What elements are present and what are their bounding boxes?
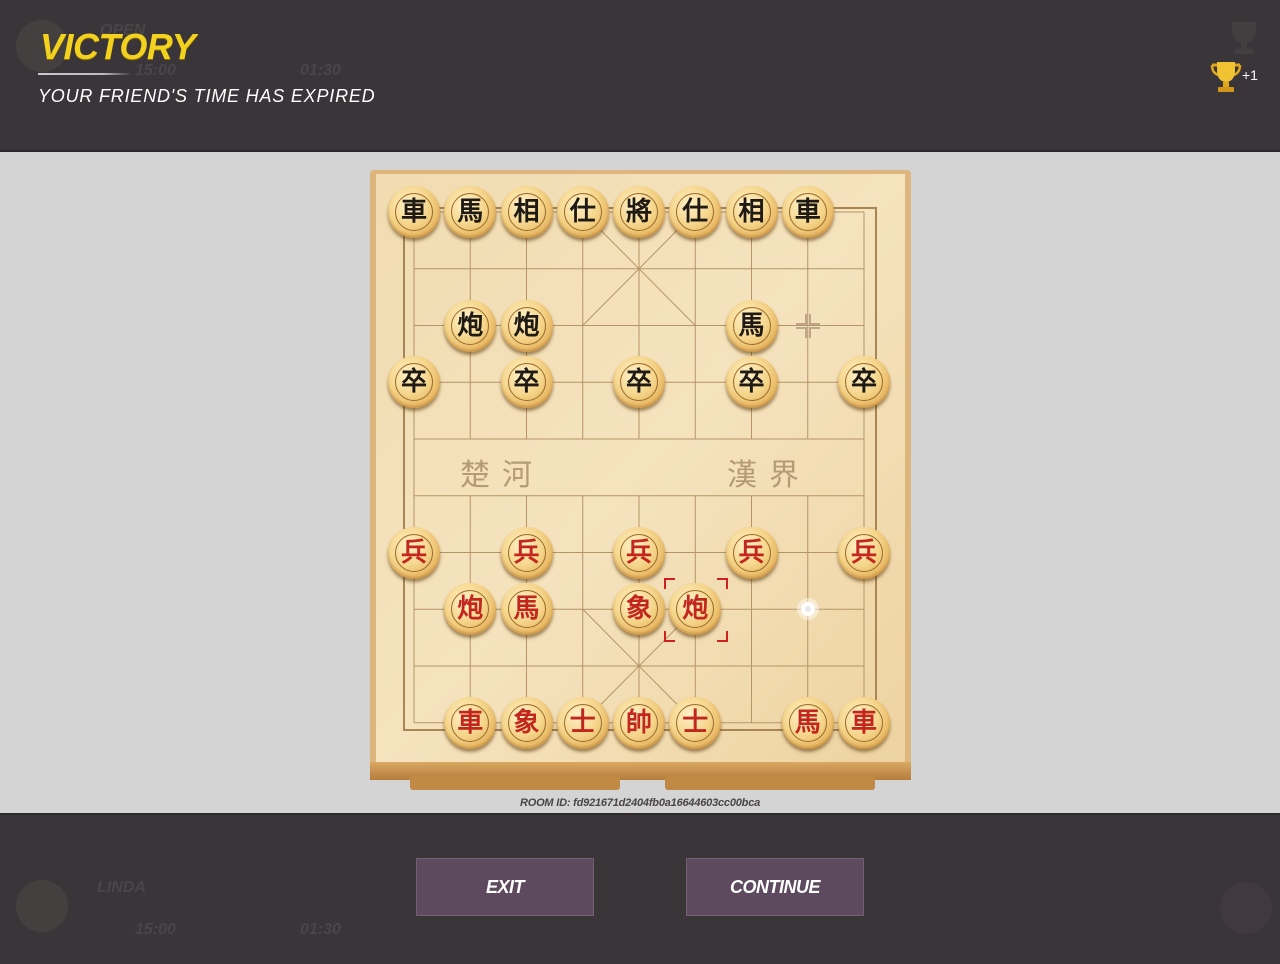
black-piece[interactable]: 炮 (444, 299, 497, 352)
piece-glyph: 相 (732, 193, 771, 231)
piece-glyph: 馬 (788, 703, 827, 742)
piece-glyph: 象 (507, 703, 546, 742)
piece-glyph: 卒 (620, 363, 658, 402)
piece-glyph: 馬 (507, 590, 546, 629)
player-move-time-faded: 01:30 (300, 921, 341, 938)
piece-glyph: 士 (676, 703, 715, 742)
red-piece[interactable]: 帥 (613, 696, 665, 749)
black-piece[interactable]: 卒 (388, 356, 440, 409)
black-piece[interactable]: 仕 (669, 186, 722, 238)
piece-glyph: 炮 (676, 590, 715, 629)
black-piece[interactable]: 卒 (613, 356, 665, 409)
black-piece[interactable]: 車 (781, 186, 834, 238)
piece-glyph: 馬 (732, 306, 771, 345)
black-piece[interactable]: 炮 (500, 299, 553, 352)
black-piece[interactable]: 將 (613, 186, 665, 238)
settings-button-faded[interactable] (1220, 882, 1272, 934)
piece-glyph: 兵 (395, 533, 433, 572)
opponent-move-time-faded: 01:30 (300, 62, 341, 79)
red-piece[interactable]: 馬 (500, 583, 553, 636)
red-piece[interactable]: 兵 (500, 526, 553, 579)
player-name-faded: LINDA (97, 879, 146, 896)
piece-glyph: 炮 (451, 590, 490, 629)
trophy-faded-icon (1232, 22, 1256, 54)
title-underline (38, 73, 132, 75)
xiangqi-board[interactable]: 楚河 漢界 車馬相仕將仕相車炮炮馬卒卒卒卒卒兵兵兵兵兵炮馬象炮車象士帥士馬車 (370, 170, 911, 792)
piece-glyph: 兵 (620, 533, 658, 572)
target-crosshair-icon (794, 312, 822, 344)
red-piece[interactable]: 兵 (388, 526, 440, 579)
black-piece[interactable]: 相 (500, 186, 553, 238)
piece-glyph: 車 (845, 703, 883, 742)
piece-glyph: 兵 (732, 533, 771, 572)
red-piece[interactable]: 象 (500, 696, 553, 749)
selection-bracket (664, 631, 676, 643)
piece-glyph: 相 (507, 193, 546, 231)
victory-title: VICTORY (40, 26, 196, 67)
red-piece[interactable]: 兵 (613, 526, 665, 579)
black-piece[interactable]: 卒 (838, 356, 890, 409)
river-label-han: 漢界 (727, 458, 811, 493)
black-piece[interactable]: 馬 (725, 299, 778, 352)
piece-glyph: 將 (620, 193, 658, 231)
piece-glyph: 兵 (845, 533, 883, 572)
piece-glyph: 卒 (732, 363, 771, 402)
red-piece[interactable]: 馬 (781, 696, 834, 749)
red-piece[interactable]: 象 (613, 583, 665, 636)
piece-glyph: 車 (788, 193, 827, 231)
black-piece[interactable]: 卒 (500, 356, 553, 409)
red-piece[interactable]: 士 (669, 696, 722, 749)
selection-bracket (717, 578, 729, 590)
red-piece[interactable]: 兵 (725, 526, 778, 579)
black-piece[interactable]: 車 (388, 186, 440, 238)
piece-glyph: 車 (451, 703, 490, 742)
river-label-chu: 楚河 (460, 458, 544, 493)
result-reason: YOUR FRIEND'S TIME HAS EXPIRED (38, 86, 376, 106)
red-piece[interactable]: 車 (838, 696, 890, 749)
piece-glyph: 帥 (620, 703, 658, 742)
black-piece[interactable]: 仕 (556, 186, 609, 238)
piece-glyph: 卒 (507, 363, 546, 402)
piece-glyph: 炮 (451, 306, 490, 345)
trophy-reward: +1 (1242, 67, 1258, 83)
trophy-icon (1210, 62, 1242, 92)
room-id: ROOM ID: fd921671d2404fb0a16644603cc00bc… (519, 797, 761, 809)
piece-glyph: 卒 (845, 363, 883, 402)
piece-glyph: 馬 (451, 193, 490, 231)
piece-glyph: 兵 (507, 533, 546, 572)
black-piece[interactable]: 相 (725, 186, 778, 238)
red-piece[interactable]: 士 (556, 696, 609, 749)
result-header: OPEN 15:00 01:30 VICTORY YOUR FRIEND'S T… (0, 0, 1280, 152)
selection-bracket (717, 631, 729, 643)
piece-glyph: 象 (620, 590, 658, 629)
piece-glyph: 仕 (563, 193, 602, 231)
selection-bracket (664, 578, 676, 590)
piece-glyph: 炮 (507, 306, 546, 345)
exit-button[interactable]: EXIT (416, 858, 594, 916)
piece-glyph: 卒 (395, 363, 433, 402)
piece-glyph: 車 (395, 193, 433, 231)
red-piece[interactable]: 兵 (838, 526, 890, 579)
continue-button[interactable]: CONTINUE (686, 858, 864, 916)
piece-glyph: 士 (563, 703, 602, 742)
player-avatar-faded (16, 880, 68, 932)
last-move-dot-icon (794, 595, 822, 627)
black-piece[interactable]: 馬 (444, 186, 497, 238)
action-footer: LINDA 15:00 01:30 (0, 813, 1280, 964)
black-piece[interactable]: 卒 (725, 356, 778, 409)
red-piece[interactable]: 車 (444, 696, 497, 749)
piece-glyph: 仕 (676, 193, 715, 231)
player-total-time-faded: 15:00 (135, 921, 176, 938)
